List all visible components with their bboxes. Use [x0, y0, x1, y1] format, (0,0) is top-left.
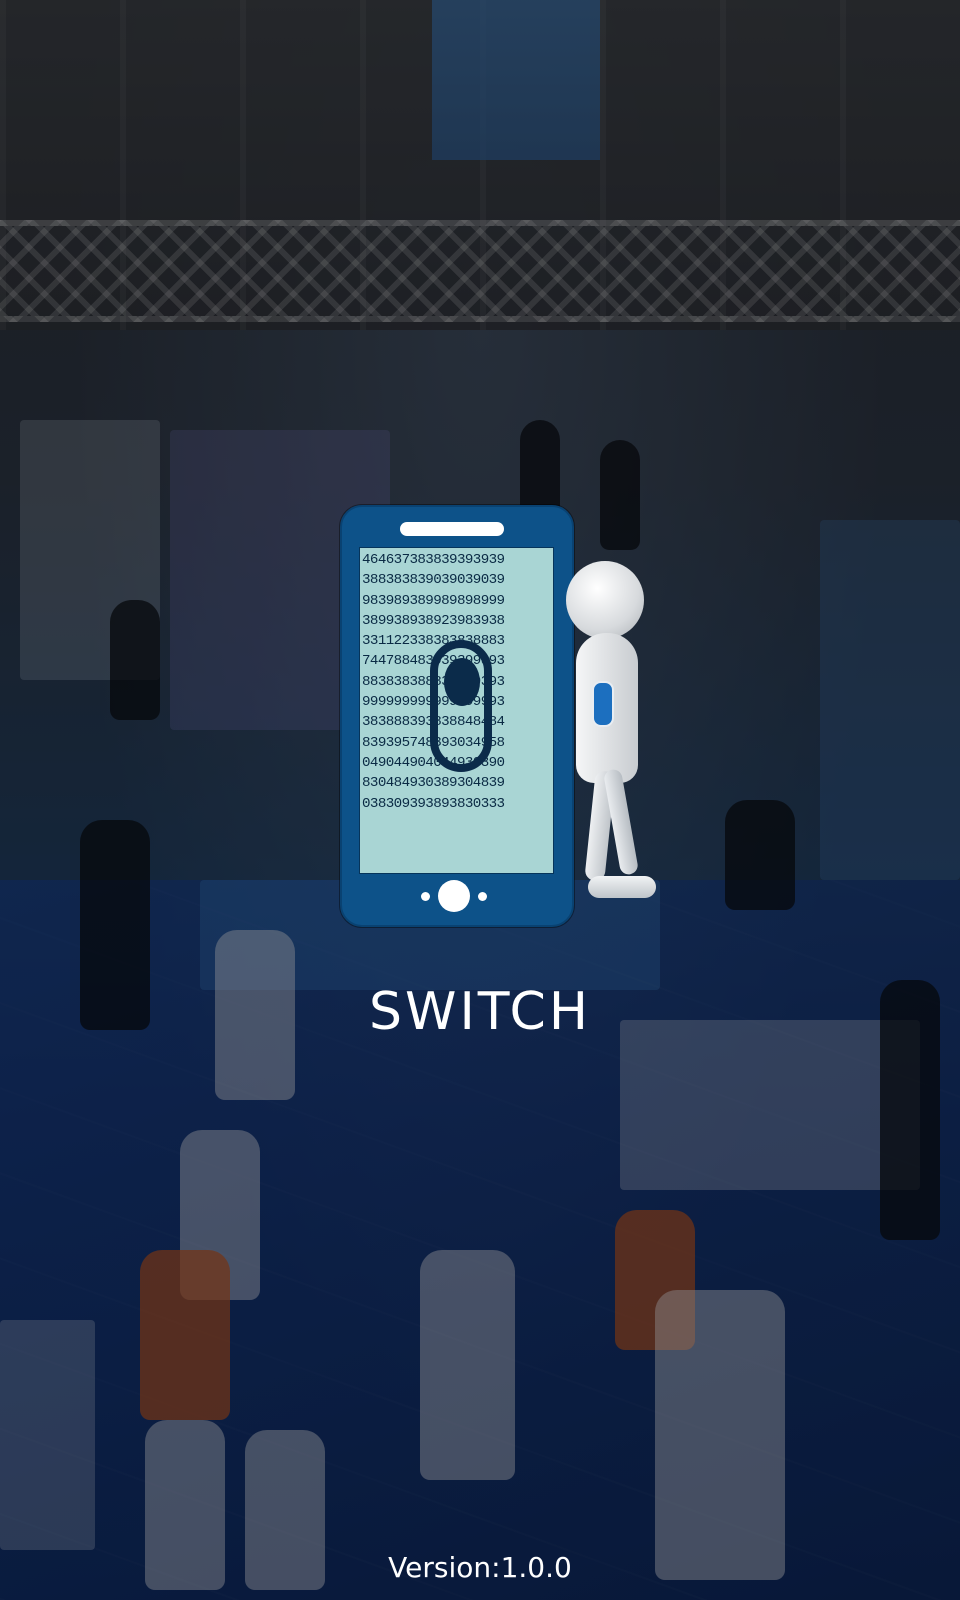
digit-row: 830484930389304839	[362, 775, 505, 792]
mascot-head	[566, 561, 644, 639]
digit-row: 389938938923983938	[362, 612, 505, 629]
mascot-figure	[562, 561, 672, 901]
digit-row: 038309393893830333	[362, 795, 505, 812]
digit-row: 388383839039039039	[362, 572, 505, 589]
digit-row: 464637383839393939	[362, 552, 505, 568]
phone-screen: 464637383839393939 388383839039039039 98…	[359, 547, 554, 874]
phone-icon: 464637383839393939 388383839039039039 98…	[340, 505, 574, 927]
digit-row: 983989389989898999	[362, 592, 505, 609]
mascot-switch-badge	[592, 681, 614, 727]
app-title: SWITCH	[369, 982, 591, 1042]
toggle-knob	[444, 658, 480, 706]
app-logo: 464637383839393939 388383839039039039 98…	[340, 505, 672, 927]
home-dot-right	[478, 892, 487, 901]
mascot-feet	[588, 876, 656, 898]
home-button-icon	[438, 880, 470, 912]
phone-speaker	[400, 522, 504, 536]
home-dot-left	[421, 892, 430, 901]
version-label: Version:1.0.0	[388, 1551, 572, 1584]
